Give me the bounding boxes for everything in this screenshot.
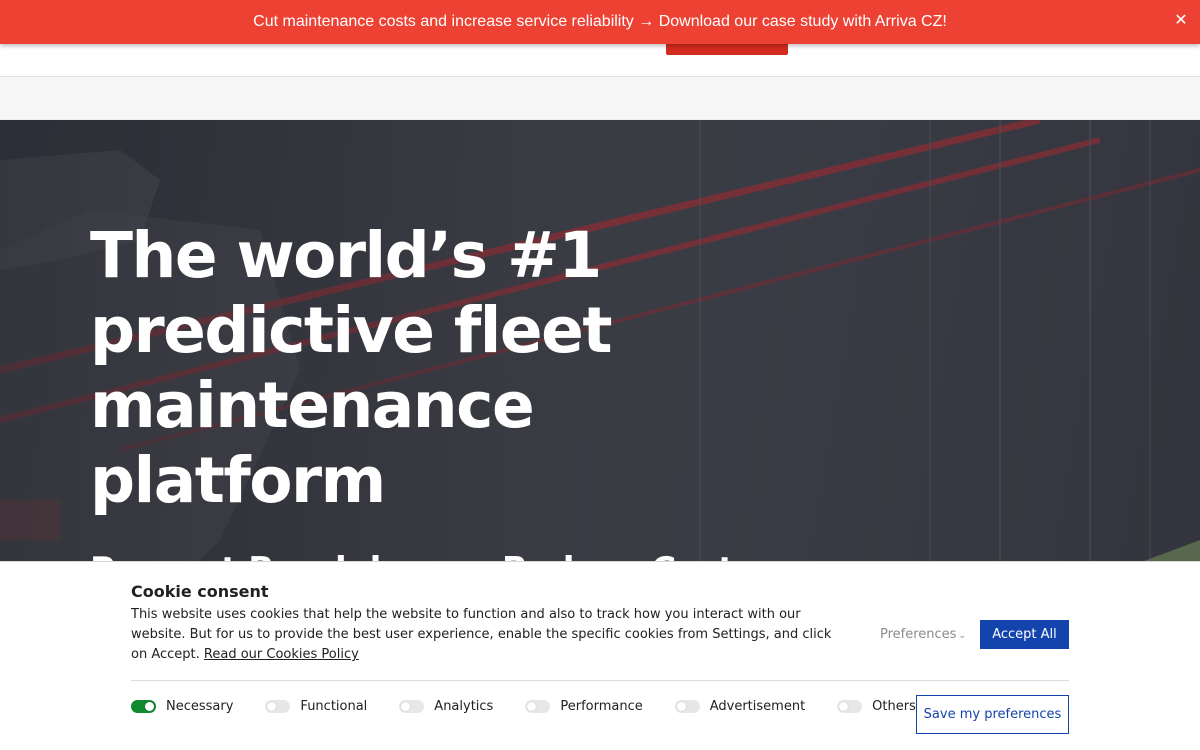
toggle-knob bbox=[527, 702, 537, 711]
cookie-policy-link[interactable]: Read our Cookies Policy bbox=[204, 647, 359, 662]
toggle-knob bbox=[401, 702, 411, 711]
toggle-knob bbox=[839, 702, 849, 711]
toggle-label: Advertisement bbox=[709, 699, 806, 714]
toggle-necessary[interactable]: Necessary bbox=[131, 699, 233, 714]
promo-banner[interactable]: Cut maintenance costs and increase servi… bbox=[0, 0, 1200, 44]
toggle-label: Necessary bbox=[166, 699, 234, 714]
close-icon[interactable]: ✕ bbox=[1172, 12, 1190, 30]
toggle-switch[interactable] bbox=[131, 700, 156, 713]
hero-title: The world’s #1 predictive fleet maintena… bbox=[90, 219, 612, 517]
promo-text[interactable]: Cut maintenance costs and increase servi… bbox=[253, 13, 947, 31]
toggle-functional[interactable]: Functional bbox=[265, 699, 367, 714]
preferences-label: Preferences bbox=[880, 627, 957, 642]
sub-navigation bbox=[0, 77, 1200, 120]
save-preferences-button[interactable]: Save my preferences bbox=[916, 695, 1069, 734]
cookie-consent-banner: Cookie consent This website uses cookies… bbox=[0, 561, 1200, 750]
toggle-switch[interactable] bbox=[837, 700, 863, 713]
toggle-knob bbox=[267, 702, 277, 711]
toggle-switch[interactable] bbox=[525, 700, 551, 713]
cookie-title: Cookie consent bbox=[131, 582, 269, 601]
preferences-button[interactable]: Preferences ⌄ bbox=[880, 627, 966, 642]
toggle-label: Functional bbox=[300, 699, 368, 714]
divider bbox=[131, 680, 1069, 681]
cookie-toggles: Necessary Functional Analytics Performan… bbox=[131, 699, 948, 714]
toggle-advertisement[interactable]: Advertisement bbox=[674, 699, 806, 714]
toggle-others[interactable]: Others bbox=[837, 699, 916, 714]
accept-all-button[interactable]: Accept All bbox=[980, 620, 1069, 649]
toggle-switch[interactable] bbox=[674, 700, 700, 713]
toggle-performance[interactable]: Performance bbox=[525, 699, 643, 714]
toggle-label: Analytics bbox=[434, 699, 494, 714]
toggle-switch[interactable] bbox=[399, 700, 425, 713]
toggle-switch[interactable] bbox=[265, 700, 291, 713]
toggle-knob bbox=[676, 702, 686, 711]
cookie-description: This website uses cookies that help the … bbox=[131, 605, 841, 665]
toggle-label: Others bbox=[872, 699, 916, 714]
toggle-label: Performance bbox=[560, 699, 643, 714]
chevron-down-icon: ⌄ bbox=[958, 631, 967, 641]
toggle-knob bbox=[145, 702, 154, 711]
toggle-analytics[interactable]: Analytics bbox=[399, 699, 493, 714]
